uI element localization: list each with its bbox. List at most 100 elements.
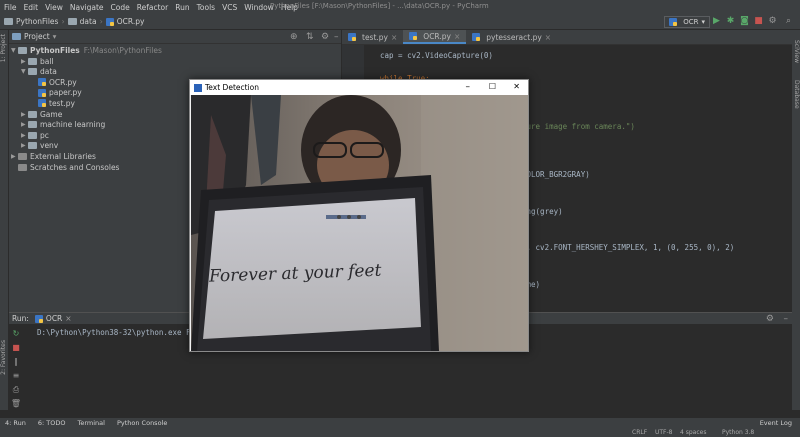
editor-tab-label: OCR.py [423,31,451,41]
settings-icon[interactable]: ⚙ [767,16,778,27]
menu-item-edit[interactable]: Edit [24,3,39,12]
python-file-icon [34,314,43,323]
tool-window-favorites[interactable]: 2: Favorites [0,340,9,375]
folder-icon [67,18,77,25]
tool-window-project[interactable]: 1: Project [0,34,9,62]
gear-icon[interactable]: ⚙ [766,314,774,324]
chevron-right-icon: ▶ [21,110,26,118]
menu-items: File Edit View Navigate Code Refactor Run Tools… [4,3,305,12]
run-tab[interactable]: OCR [46,314,62,323]
status-line-ending[interactable]: CRLF [632,429,647,436]
tree-item-label: Scratches and Consoles [30,162,120,172]
close-icon[interactable]: ✕ [513,82,520,91]
library-icon [18,152,27,160]
pause-icon[interactable]: ∥ [9,356,23,368]
tree-item[interactable]: ▶ pc [21,130,49,140]
tree-item-label: OCR.py [49,77,77,87]
collapse-icon[interactable]: ⇅ [306,32,314,42]
coverage-icon[interactable]: ◙ [739,16,750,27]
tree-item[interactable]: ▶ venv [21,141,58,151]
bottom-tab[interactable]: 4: Run [5,419,26,427]
project-pane-title[interactable]: Project [24,32,50,41]
minimize-icon[interactable]: – [466,82,471,92]
close-icon[interactable]: × [391,33,397,42]
print-icon[interactable]: ⎙ [9,384,23,396]
left-tool-strip: 1: Project 2: Favorites [0,30,9,410]
python-file-icon [348,33,356,41]
breadcrumb-file[interactable]: OCR.py [117,17,145,26]
tree-item[interactable]: ▶ ball [21,56,54,66]
camera-image [191,95,528,351]
window-titlebar: Text Detection – ☐ ✕ [190,80,528,95]
hide-icon[interactable]: – [334,32,339,42]
python-file-icon [409,32,418,40]
tree-item[interactable]: OCR.py [31,77,77,87]
menu-item-refactor[interactable]: Refactor [137,3,168,12]
editor-tab-label: test.py [362,32,388,42]
tree-item[interactable]: ▶ External Libraries [11,151,96,161]
stop-icon[interactable]: ■ [753,16,764,27]
tree-root[interactable]: ▼ PythonFiles F:\Mason\PythonFiles [11,45,162,55]
status-interpreter[interactable]: Python 3.8 [722,429,754,436]
chevron-right-icon: ▶ [21,57,26,65]
search-icon[interactable]: ⌕ [783,16,794,27]
status-indent[interactable]: 4 spaces [680,429,706,436]
menu-item-tools[interactable]: Tools [197,3,215,12]
menu-item-vcs[interactable]: VCS [222,3,237,12]
breadcrumb-root[interactable]: PythonFiles [16,17,58,26]
bottom-tab[interactable]: Terminal [77,419,104,427]
folder-icon [12,33,21,40]
run-config-select[interactable]: OCR ▾ [664,16,710,28]
python-file-icon [105,17,114,26]
editor-tab[interactable]: test.py × [342,30,403,44]
menu-item-run[interactable]: Run [175,3,189,12]
gear-icon[interactable]: ⚙ [321,32,329,42]
close-icon[interactable]: × [65,314,71,323]
chevron-down-icon[interactable]: ▾ [53,32,57,41]
folder-icon [28,68,37,76]
tree-item[interactable]: ▶ machine learning [21,120,105,130]
python-file-icon [38,78,46,87]
stop-icon[interactable]: ■ [9,342,23,354]
rerun-icon[interactable]: ↻ [9,328,23,340]
run-icon[interactable]: ▶ [711,16,722,27]
tree-item-label: Game [40,109,63,119]
hide-icon[interactable]: – [784,314,789,324]
locate-icon[interactable]: ⊕ [290,32,298,42]
tool-window-database[interactable]: Database [792,80,800,109]
delete-icon[interactable]: 🗑 [9,398,23,410]
bottom-tool-bar: 4: Run 6: TODO Terminal Python Console Even… [0,417,800,428]
code-line: ), cv2.FONT_HERSHEY_SIMPLEX, 1, (0, 255,… [522,243,735,252]
tree-item[interactable]: ▼ data [21,67,57,77]
python-file-icon [472,33,481,41]
editor-tab[interactable]: pytesseract.py × [466,30,557,44]
soft-wrap-icon[interactable]: ≡ [9,370,23,382]
tree-item[interactable]: test.py [31,98,75,108]
maximize-icon[interactable]: ☐ [489,82,496,91]
close-icon[interactable]: × [545,33,551,42]
debug-icon[interactable]: ✱ [725,16,736,27]
folder-icon [28,142,37,150]
breadcrumb-folder[interactable]: data [80,17,97,26]
event-log-button[interactable]: Event Log [760,419,792,427]
menu-item-file[interactable]: File [4,3,17,12]
tree-item[interactable]: ▶ Game [21,109,62,119]
menu-item-navigate[interactable]: Navigate [70,3,104,12]
tree-item[interactable]: paper.py [31,88,82,98]
editor-tab[interactable]: OCR.py × [403,30,467,44]
tool-window-sciview[interactable]: SciView [792,40,800,63]
chevron-down-icon: ▼ [21,68,26,76]
bottom-tab[interactable]: 6: TODO [38,419,66,427]
menu-item-view[interactable]: View [45,3,63,12]
run-pane-label: Run: [12,314,29,323]
tree-item[interactable]: Scratches and Consoles [11,162,119,172]
window-title: PythonFiles [F:\Mason\PythonFiles] - ...… [270,2,489,10]
bottom-tabs: 4: Run 6: TODO Terminal Python Console [5,419,179,427]
camera-feed: Forever at your feet [191,95,528,351]
folder-icon [18,46,27,54]
chevron-down-icon: ▾ [701,18,705,26]
close-icon[interactable]: × [454,32,460,41]
status-encoding[interactable]: UTF-8 [655,429,673,436]
bottom-tab[interactable]: Python Console [117,419,167,427]
menu-item-code[interactable]: Code [111,3,130,12]
